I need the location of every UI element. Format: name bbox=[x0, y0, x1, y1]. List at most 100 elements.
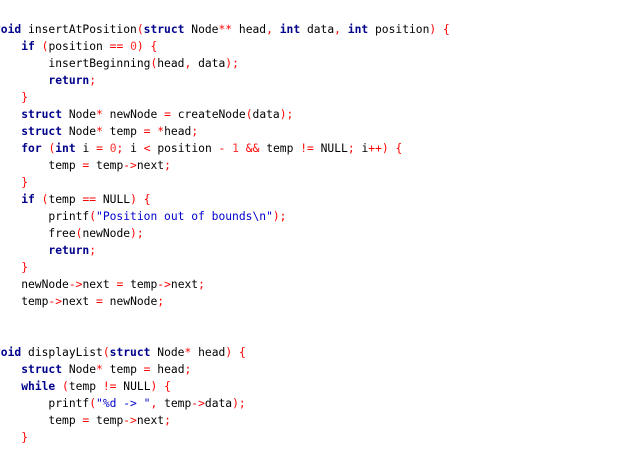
code-line[interactable]: } bbox=[0, 259, 450, 276]
code-line[interactable]: insertBeginning(head, data); bbox=[0, 55, 450, 72]
code-operator: -> bbox=[123, 159, 137, 172]
code-line[interactable]: return; bbox=[0, 242, 450, 259]
code-line[interactable]: temp->next = newNode; bbox=[0, 293, 450, 310]
code-identifier: temp bbox=[89, 159, 124, 172]
code-line[interactable]: struct Node* temp = *head; bbox=[0, 123, 450, 140]
code-identifier: next bbox=[82, 278, 117, 291]
code-line[interactable]: for (int i = 0; i < position - 1 && temp… bbox=[0, 140, 450, 157]
code-identifier: temp bbox=[259, 142, 301, 155]
code-operator: = bbox=[164, 108, 171, 121]
code-editor[interactable]: void insertAtPosition(struct Node** head… bbox=[0, 0, 617, 463]
code-identifier: i bbox=[123, 142, 144, 155]
code-line[interactable]: } bbox=[0, 89, 450, 106]
code-identifier bbox=[0, 193, 21, 206]
code-operator: } bbox=[21, 431, 29, 444]
code-line[interactable]: struct Node* temp = head; bbox=[0, 361, 450, 378]
code-operator: ; bbox=[198, 278, 205, 291]
code-line[interactable]: } bbox=[0, 429, 450, 446]
code-operator: ; bbox=[164, 159, 171, 172]
code-operator: -> bbox=[191, 397, 205, 410]
code-identifier: head bbox=[191, 346, 226, 359]
code-line[interactable] bbox=[0, 327, 450, 344]
code-identifier bbox=[0, 431, 21, 444]
code-operator: { bbox=[143, 193, 151, 206]
code-identifier: createNode bbox=[170, 108, 246, 121]
code-identifier: displayList bbox=[21, 346, 103, 359]
code-operator: == bbox=[109, 40, 124, 53]
code-line[interactable]: return; bbox=[0, 72, 450, 89]
code-string: "%d -> " bbox=[96, 397, 151, 410]
code-identifier bbox=[137, 193, 144, 206]
code-line[interactable]: while (temp != NULL) { bbox=[0, 378, 450, 395]
code-identifier bbox=[35, 193, 42, 206]
code-identifier bbox=[273, 23, 280, 36]
code-keyword: return bbox=[48, 74, 90, 87]
code-line[interactable]: } bbox=[0, 174, 450, 191]
code-line[interactable]: newNode->next = temp->next; bbox=[0, 276, 450, 293]
code-operator: { bbox=[395, 142, 403, 155]
code-line[interactable]: printf("Position out of bounds\n"); bbox=[0, 208, 450, 225]
code-operator: ); bbox=[279, 108, 294, 121]
code-identifier: temp bbox=[123, 278, 158, 291]
code-operator: = bbox=[96, 142, 103, 155]
code-keyword: struct bbox=[109, 346, 151, 359]
code-line[interactable]: free(newNode); bbox=[0, 225, 450, 242]
code-identifier: temp bbox=[102, 125, 144, 138]
code-operator: ; bbox=[89, 244, 97, 257]
code-operator: = bbox=[96, 295, 103, 308]
code-line[interactable]: } bbox=[0, 446, 450, 463]
code-identifier: Node bbox=[62, 125, 97, 138]
code-keyword: void bbox=[0, 346, 22, 359]
code-operator: , bbox=[266, 23, 273, 36]
code-identifier bbox=[0, 74, 48, 87]
code-operator: ) bbox=[136, 40, 144, 53]
code-content[interactable]: void insertAtPosition(struct Node** head… bbox=[0, 21, 450, 463]
code-identifier bbox=[0, 125, 21, 138]
code-identifier bbox=[0, 261, 21, 274]
code-identifier: data bbox=[204, 397, 233, 410]
code-identifier: temp bbox=[0, 414, 83, 427]
code-identifier: NULL bbox=[96, 193, 131, 206]
code-operator: ); bbox=[272, 210, 287, 223]
code-identifier bbox=[0, 363, 21, 376]
code-operator: == bbox=[82, 193, 97, 206]
code-line[interactable]: if (temp == NULL) { bbox=[0, 191, 450, 208]
code-identifier: position bbox=[150, 142, 219, 155]
code-identifier bbox=[436, 23, 443, 36]
code-identifier: temp bbox=[102, 363, 144, 376]
code-identifier: newNode bbox=[102, 295, 158, 308]
code-operator: && bbox=[245, 142, 260, 155]
code-identifier: position bbox=[48, 40, 110, 53]
code-identifier: i bbox=[75, 142, 97, 155]
code-identifier bbox=[0, 91, 21, 104]
code-identifier bbox=[0, 108, 21, 121]
code-string: "Position out of bounds\n" bbox=[96, 210, 273, 223]
code-operator: ; bbox=[157, 295, 165, 308]
code-operator: ( bbox=[62, 380, 69, 393]
code-line[interactable]: if (position == 0) { bbox=[0, 38, 450, 55]
code-identifier: data bbox=[252, 108, 280, 121]
code-line[interactable]: printf("%d -> ", temp->data); bbox=[0, 395, 450, 412]
code-number: 0 bbox=[109, 142, 117, 155]
code-identifier bbox=[103, 142, 110, 155]
code-identifier: Node bbox=[62, 108, 97, 121]
code-operator: ( bbox=[89, 210, 97, 223]
code-line[interactable]: } bbox=[0, 310, 450, 327]
code-line[interactable]: temp = temp->next; bbox=[0, 157, 450, 174]
code-identifier: i bbox=[354, 142, 369, 155]
code-operator: ; bbox=[164, 414, 171, 427]
code-identifier bbox=[0, 176, 21, 189]
code-identifier: head bbox=[157, 57, 185, 70]
code-identifier bbox=[239, 142, 246, 155]
code-identifier: data bbox=[300, 23, 335, 36]
code-operator: * bbox=[96, 363, 103, 376]
code-operator: { bbox=[443, 23, 450, 36]
code-line[interactable]: struct Node* newNode = createNode(data); bbox=[0, 106, 450, 123]
code-identifier: temp bbox=[0, 159, 83, 172]
code-line[interactable]: void displayList(struct Node* head) { bbox=[0, 344, 450, 361]
code-line[interactable]: temp = temp->next; bbox=[0, 412, 450, 429]
code-line[interactable]: void insertAtPosition(struct Node** head… bbox=[0, 21, 450, 38]
code-identifier: next bbox=[136, 414, 165, 427]
code-operator: } bbox=[21, 91, 29, 104]
code-identifier: NULL bbox=[313, 142, 348, 155]
